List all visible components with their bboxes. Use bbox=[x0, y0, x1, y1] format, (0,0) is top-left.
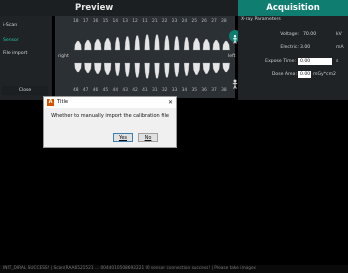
tooth-number: 28 bbox=[221, 19, 227, 24]
tooth-number: 16 bbox=[92, 19, 99, 24]
tooth-number: 22 bbox=[161, 19, 168, 24]
dose-label: Dose Area: bbox=[271, 72, 297, 77]
tooth-number: 44 bbox=[112, 88, 119, 93]
tooth-number: 46 bbox=[92, 88, 99, 93]
exposure-unit: s bbox=[336, 59, 339, 64]
no-button[interactable]: No bbox=[138, 133, 158, 142]
electric-unit: mA bbox=[336, 45, 344, 50]
sidebar-item-file-import[interactable]: File import bbox=[0, 51, 52, 56]
upper-tooth-numbers: 18 17 16 15 14 13 12 11 21 22 23 24 25 26 27 28 bbox=[73, 19, 233, 25]
sidebar-item-iscan[interactable]: i-Scan bbox=[0, 23, 52, 28]
close-button[interactable]: Close bbox=[2, 86, 48, 95]
tooth-number: 37 bbox=[211, 88, 217, 93]
tooth-number: 27 bbox=[211, 19, 217, 24]
tooth-chart-graphic bbox=[55, 16, 235, 98]
tooth-number: 41 bbox=[142, 88, 148, 93]
exposure-label: Expose Time: bbox=[265, 59, 296, 64]
electric-field: 3.00 bbox=[300, 45, 311, 50]
app-icon: A bbox=[47, 99, 54, 106]
tooth-number: 21 bbox=[152, 19, 158, 24]
sidebar-item-sensor[interactable]: Sensor bbox=[0, 38, 52, 43]
exposure-time-input[interactable]: 0.00 bbox=[298, 58, 332, 65]
tooth-number: 18 bbox=[73, 19, 79, 24]
dose-area-input[interactable]: 0.00 bbox=[298, 71, 311, 78]
calibration-dialog: A Title ✕ Whether to manually import the… bbox=[43, 96, 177, 148]
tooth-number: 38 bbox=[221, 88, 227, 93]
dose-unit: mGy*cm2 bbox=[313, 72, 336, 77]
status-bar: INIT_DIRAL SUCCESS! | Scan(RAA6521521 ..… bbox=[0, 265, 348, 273]
tooth-number: 25 bbox=[191, 19, 198, 24]
dialog-title: Title bbox=[57, 99, 69, 105]
voltage-unit: kV bbox=[336, 32, 342, 37]
lower-tooth-numbers: 48 47 46 45 44 43 42 41 31 32 33 34 35 36 37 38 bbox=[73, 88, 233, 94]
tooth-number: 32 bbox=[161, 88, 168, 93]
xray-parameters-title: X-ray Parameters bbox=[241, 17, 281, 22]
tooth-number: 47 bbox=[82, 88, 89, 93]
tooth-number: 23 bbox=[171, 19, 178, 24]
tooth-number: 11 bbox=[142, 19, 148, 24]
tooth-number: 35 bbox=[191, 88, 198, 93]
tooth-number: 43 bbox=[122, 88, 128, 93]
close-icon[interactable]: ✕ bbox=[166, 98, 175, 107]
yes-button[interactable]: Yes bbox=[113, 133, 133, 142]
tooth-number: 33 bbox=[171, 88, 178, 93]
dialog-message: Whether to manually import the calibrati… bbox=[51, 113, 169, 119]
tooth-number: 17 bbox=[82, 19, 89, 24]
tooth-number: 26 bbox=[201, 19, 207, 24]
electric-label: Electric: bbox=[280, 45, 299, 50]
yes-button-label: Yes bbox=[118, 135, 128, 141]
tooth-number: 34 bbox=[181, 88, 188, 93]
left-label: left bbox=[228, 54, 236, 59]
tooth-number: 14 bbox=[112, 19, 119, 24]
tooth-number: 45 bbox=[102, 88, 109, 93]
tab-preview[interactable]: Preview bbox=[55, 0, 175, 16]
tooth-number: 48 bbox=[73, 88, 79, 93]
tooth-number: 13 bbox=[122, 19, 128, 24]
tooth-number: 15 bbox=[102, 19, 109, 24]
tooth-chart bbox=[55, 16, 235, 98]
right-label: right bbox=[58, 54, 69, 59]
voltage-field: 70.00 bbox=[303, 32, 317, 37]
no-button-label: No bbox=[144, 135, 152, 141]
tooth-number: 31 bbox=[152, 88, 158, 93]
tooth-number: 12 bbox=[132, 19, 138, 24]
tooth-number: 24 bbox=[181, 19, 188, 24]
tooth-number: 42 bbox=[132, 88, 138, 93]
tooth-number: 36 bbox=[201, 88, 207, 93]
tab-acquisition[interactable]: Acquisition bbox=[238, 0, 348, 16]
voltage-label: Voltage: bbox=[280, 32, 299, 37]
